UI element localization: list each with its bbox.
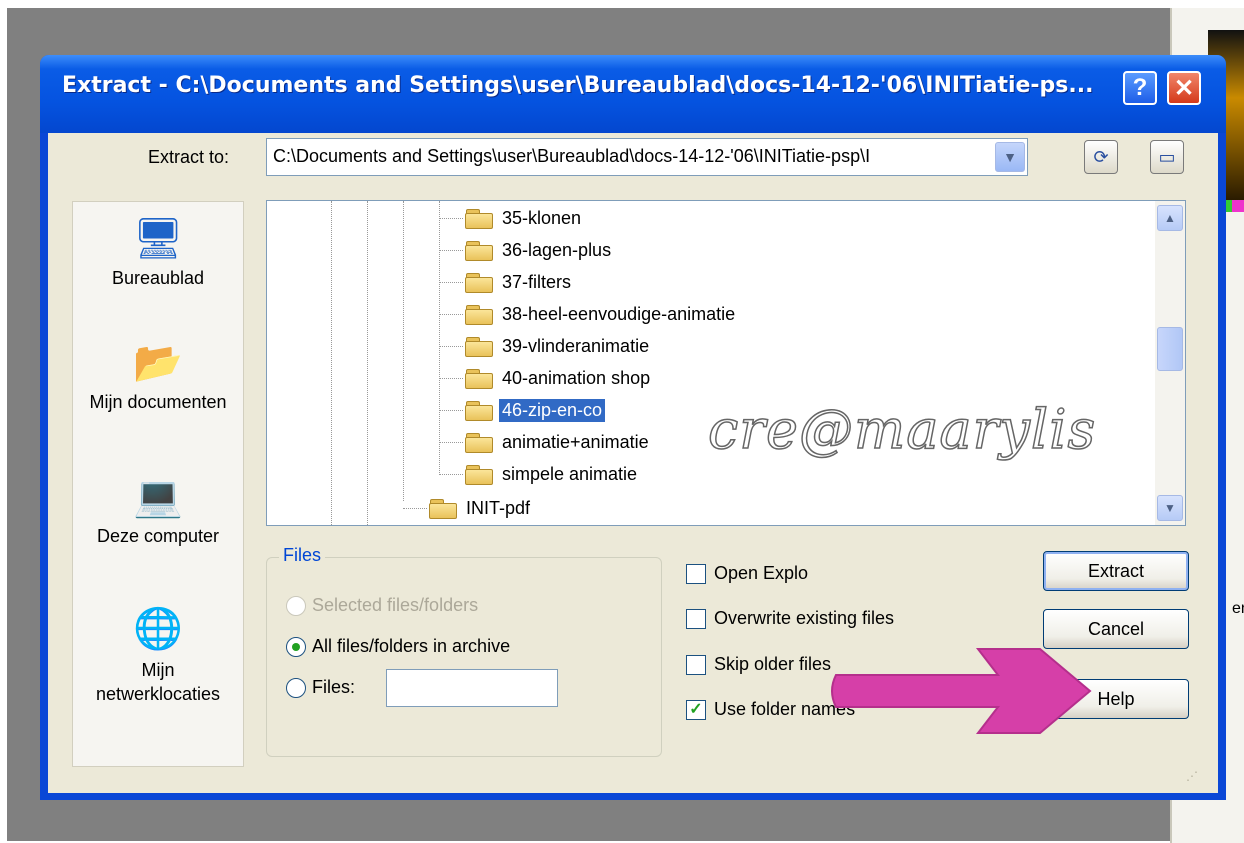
folder-tree[interactable]: 35-klonen 36-lagen-plus 37-filters 38-he… [266, 200, 1186, 526]
chevron-down-icon[interactable]: ▼ [995, 142, 1025, 172]
title-help-button[interactable]: ? [1123, 71, 1157, 105]
scroll-down-button[interactable]: ▼ [1157, 495, 1183, 521]
my-computer-icon: 💻 [133, 475, 183, 519]
folder-icon [465, 336, 493, 357]
tree-line [331, 201, 332, 525]
title-bar[interactable]: Extract - C:\Documents and Settings\user… [40, 55, 1226, 133]
folder-icon [465, 304, 493, 325]
checkbox-open-explorer[interactable]: Open Explo [686, 563, 808, 584]
place-mijn-netwerklocaties[interactable]: 🌐 Mijn netwerklocaties [73, 606, 243, 706]
tree-item-selected[interactable]: 46-zip-en-co [439, 395, 606, 425]
tree-item[interactable]: 35-klonen [439, 203, 584, 233]
dialog-body: Extract to: C:\Documents and Settings\us… [48, 133, 1218, 793]
new-folder-icon: ▭ [1158, 146, 1176, 167]
checkbox-overwrite[interactable]: Overwrite existing files [686, 608, 894, 629]
tree-item[interactable]: INIT-pdf [403, 493, 533, 523]
places-bar: 🖥 Bureaublad 📂 Mijn documenten 💻 Deze co… [72, 201, 244, 767]
place-label: Mijn documenten [89, 392, 227, 412]
folder-icon [465, 432, 493, 453]
files-input[interactable] [386, 669, 558, 707]
folder-icon [465, 400, 493, 421]
place-deze-computer[interactable]: 💻 Deze computer [73, 474, 243, 547]
tree-line [367, 201, 368, 525]
folder-icon [465, 464, 493, 485]
dialog-title: Extract - C:\Documents and Settings\user… [62, 73, 1094, 98]
annotation-arrow-icon [831, 648, 1092, 734]
scroll-up-button[interactable]: ▲ [1157, 205, 1183, 231]
refresh-button[interactable]: ⟳ [1084, 140, 1118, 174]
tree-scrollbar[interactable]: ▲ ▼ [1155, 201, 1185, 525]
folder-icon [465, 240, 493, 261]
radio-button [286, 595, 306, 616]
extract-to-path: C:\Documents and Settings\user\Bureaubla… [273, 146, 871, 166]
checkbox[interactable]: ✓ [686, 699, 706, 720]
tree-item[interactable]: 39-vlinderanimatie [439, 331, 652, 361]
tree-item[interactable]: 40-animation shop [439, 363, 653, 393]
desktop-icon: 🖥 [132, 217, 184, 261]
resize-grip-icon[interactable]: ⋰ [1186, 769, 1202, 785]
files-group-title: Files [279, 545, 326, 566]
tree-item[interactable]: 36-lagen-plus [439, 235, 614, 265]
radio-files[interactable]: Files: [286, 677, 355, 698]
place-label: Bureaublad [111, 268, 205, 288]
close-button[interactable]: ✕ [1167, 71, 1201, 105]
place-label: Deze computer [96, 526, 220, 546]
refresh-icon: ⟳ [1093, 146, 1109, 167]
network-places-icon: 🌐 [133, 607, 183, 651]
chevron-down-icon: ▼ [1164, 501, 1176, 515]
place-bureaublad[interactable]: 🖥 Bureaublad [73, 216, 243, 289]
chevron-up-icon: ▲ [1164, 211, 1176, 225]
checkbox[interactable] [686, 563, 706, 584]
background-text: en [1232, 600, 1244, 617]
cancel-button[interactable]: Cancel [1043, 609, 1189, 649]
extract-dialog: Extract - C:\Documents and Settings\user… [40, 55, 1226, 800]
tree-line [403, 201, 404, 501]
extract-to-label: Extract to: [148, 147, 230, 167]
files-group: Files [266, 545, 662, 757]
scroll-thumb[interactable] [1157, 327, 1183, 371]
tree-item[interactable]: 38-heel-eenvoudige-animatie [439, 299, 738, 329]
place-mijn-documenten[interactable]: 📂 Mijn documenten [73, 340, 243, 413]
checkmark-icon: ✓ [689, 700, 703, 718]
radio-selected-files: Selected files/folders [286, 595, 478, 616]
checkbox[interactable] [686, 608, 706, 629]
radio-all-files[interactable]: All files/folders in archive [286, 636, 510, 657]
radio-button[interactable] [286, 636, 306, 657]
tree-item[interactable]: animatie+animatie [439, 427, 652, 457]
tree-item[interactable]: 37-filters [439, 267, 574, 297]
tree-line [439, 201, 440, 473]
folder-icon [429, 498, 457, 519]
new-folder-button[interactable]: ▭ [1150, 140, 1184, 174]
folder-icon [465, 368, 493, 389]
watermark: cre@maarylis [707, 397, 1097, 462]
extract-button[interactable]: Extract [1043, 551, 1189, 591]
radio-button[interactable] [286, 677, 306, 698]
extract-to-combo[interactable]: C:\Documents and Settings\user\Bureaubla… [266, 138, 1028, 176]
place-label: Mijn netwerklocaties [95, 660, 221, 704]
checkbox[interactable] [686, 654, 706, 675]
my-documents-icon: 📂 [133, 341, 183, 385]
checkbox-skip-older[interactable]: Skip older files [686, 654, 831, 675]
tree-item[interactable]: simpele animatie [439, 459, 640, 489]
folder-icon [465, 208, 493, 229]
folder-icon [465, 272, 493, 293]
